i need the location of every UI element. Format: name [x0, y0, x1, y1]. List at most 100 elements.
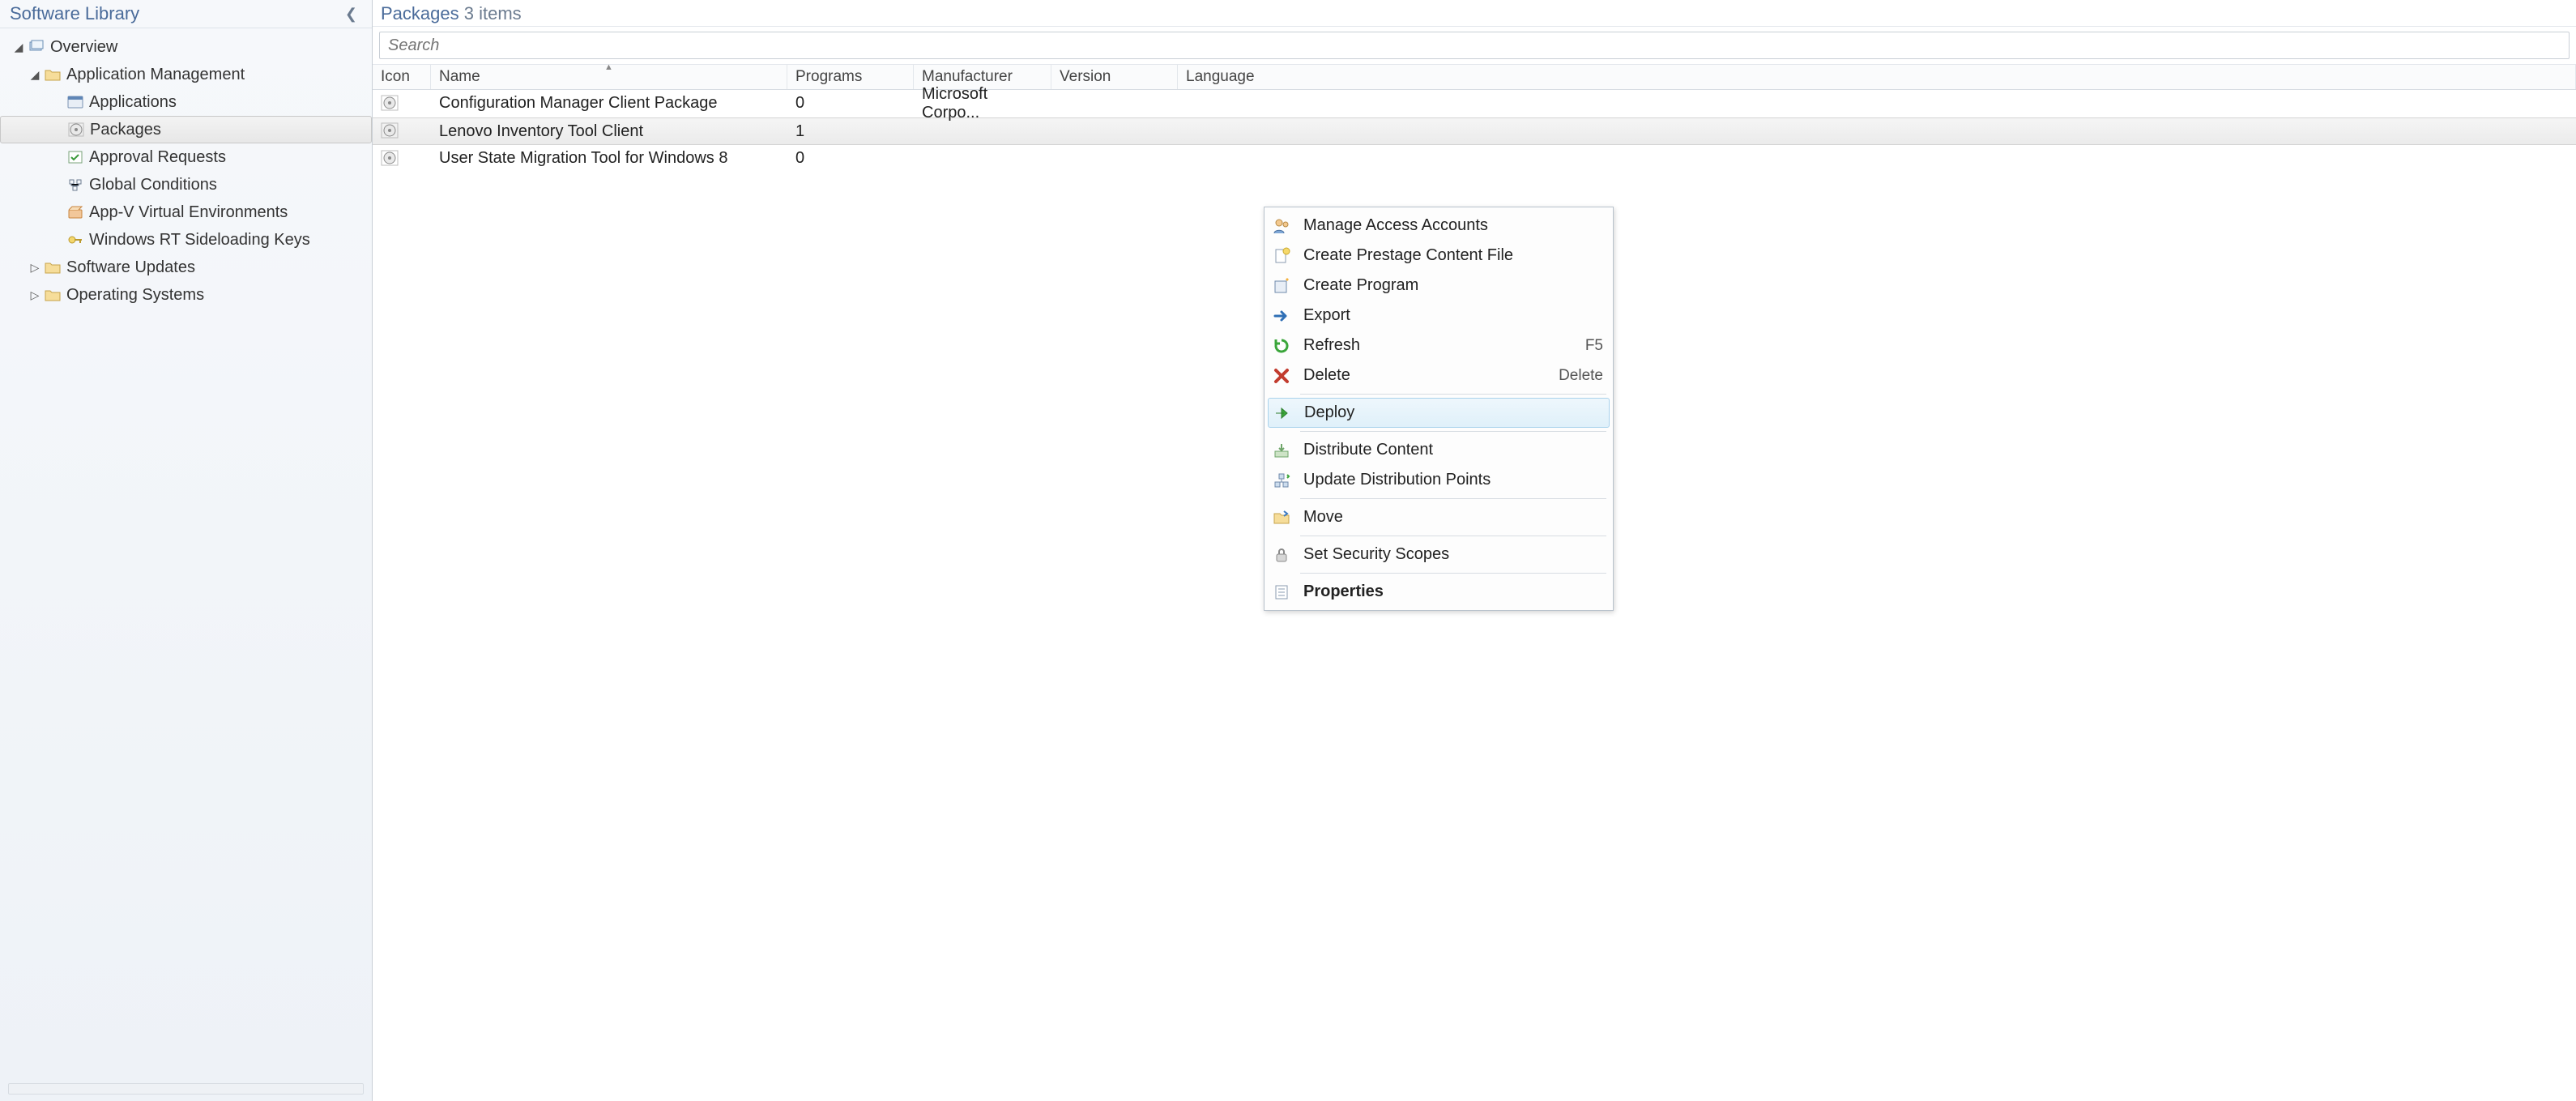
sidebar: Software Library ❮ ◢Overview◢Application… — [0, 0, 373, 1101]
column-header-programs[interactable]: Programs — [787, 65, 914, 89]
program-new-icon — [1271, 275, 1292, 297]
menu-item-set-security-scopes[interactable]: Set Security Scopes — [1268, 540, 1610, 570]
menu-separator — [1300, 573, 1606, 574]
conditions-icon — [66, 176, 84, 194]
package-icon — [373, 90, 431, 117]
cell-name: Configuration Manager Client Package — [431, 90, 787, 117]
package-icon — [67, 121, 85, 139]
tree-expand-icon[interactable]: ▷ — [28, 261, 42, 275]
menu-item-shortcut: Delete — [1550, 367, 1603, 385]
key-icon — [66, 231, 84, 249]
cell-version — [1051, 118, 1178, 144]
tree-item-windows-rt-sideloading-keys[interactable]: ·Windows RT Sideloading Keys — [0, 226, 372, 254]
cell-language — [1178, 118, 2576, 144]
tree-item-operating-systems[interactable]: ▷Operating Systems — [0, 281, 372, 309]
appv-icon — [66, 203, 84, 221]
tree-item-approval-requests[interactable]: ·Approval Requests — [0, 143, 372, 171]
tree-item-applications[interactable]: ·Applications — [0, 88, 372, 116]
heading-count: 3 items — [464, 3, 522, 23]
tree-item-label: Global Conditions — [89, 176, 217, 194]
menu-item-create-program[interactable]: Create Program — [1268, 271, 1610, 301]
cell-name: Lenovo Inventory Tool Client — [431, 118, 787, 144]
refresh-icon — [1271, 335, 1292, 356]
tree-item-packages[interactable]: ·Packages — [0, 116, 372, 143]
folder-icon — [44, 258, 62, 276]
cell-programs: 0 — [787, 90, 914, 117]
heading-title: Packages — [381, 3, 459, 23]
context-menu: Manage Access Accounts Create Prestage Co… — [1264, 207, 1614, 611]
package-row[interactable]: Configuration Manager Client Package0Mic… — [373, 90, 2576, 117]
tree-item-label: App-V Virtual Environments — [89, 203, 288, 222]
cell-programs: 0 — [787, 145, 914, 172]
packages-grid: Icon ▲ Name Programs Manufacturer Versio… — [373, 64, 2576, 1101]
menu-item-manage-access-accounts[interactable]: Manage Access Accounts — [1268, 211, 1610, 241]
menu-item-label: Refresh — [1303, 336, 1577, 355]
file-new-icon — [1271, 245, 1292, 267]
sidebar-header: Software Library ❮ — [0, 0, 372, 28]
folder-icon — [44, 286, 62, 304]
tree-item-label: Packages — [90, 121, 161, 139]
cell-manufacturer: Microsoft Corpo... — [914, 90, 1051, 117]
distribute-icon — [1271, 440, 1292, 461]
collapse-sidebar-icon[interactable]: ❮ — [340, 6, 362, 23]
tree-item-software-updates[interactable]: ▷ Software Updates — [0, 254, 372, 281]
cell-language — [1178, 90, 2576, 117]
tree-item-label: Approval Requests — [89, 148, 226, 167]
menu-item-shortcut: F5 — [1577, 337, 1603, 355]
grid-header: Icon ▲ Name Programs Manufacturer Versio… — [373, 64, 2576, 90]
menu-item-properties[interactable]: Properties — [1268, 577, 1610, 607]
folder-icon — [44, 66, 62, 83]
menu-item-delete[interactable]: DeleteDelete — [1268, 361, 1610, 390]
menu-item-deploy[interactable]: Deploy — [1268, 398, 1610, 428]
menu-item-label: Update Distribution Points — [1303, 471, 1603, 489]
sidebar-horizontal-scrollbar[interactable] — [8, 1083, 364, 1095]
lock-icon — [1271, 544, 1292, 565]
menu-item-label: Manage Access Accounts — [1303, 216, 1603, 235]
sidebar-title: Software Library — [10, 3, 139, 24]
package-icon — [373, 118, 431, 144]
tree-item-application-management[interactable]: ◢Application Management — [0, 61, 372, 88]
tree-collapse-icon[interactable]: ◢ — [11, 41, 26, 54]
package-row[interactable]: User State Migration Tool for Windows 80 — [373, 145, 2576, 173]
tree-collapse-icon[interactable]: ◢ — [28, 68, 42, 82]
column-header-icon[interactable]: Icon — [373, 65, 431, 89]
package-icon — [373, 145, 431, 172]
search-input[interactable] — [379, 32, 2570, 59]
menu-item-label: Move — [1303, 508, 1603, 527]
delete-icon — [1271, 365, 1292, 386]
column-header-version[interactable]: Version — [1051, 65, 1178, 89]
sort-ascending-icon: ▲ — [604, 64, 613, 72]
users-icon — [1271, 216, 1292, 237]
deploy-icon — [1272, 403, 1293, 424]
menu-item-update-distribution-points[interactable]: Update Distribution Points — [1268, 465, 1610, 495]
menu-item-label: Export — [1303, 306, 1603, 325]
menu-separator — [1300, 394, 1606, 395]
menu-item-refresh[interactable]: RefreshF5 — [1268, 331, 1610, 361]
cell-name: User State Migration Tool for Windows 8 — [431, 145, 787, 172]
tree-item-overview[interactable]: ◢Overview — [0, 33, 372, 61]
package-row[interactable]: Lenovo Inventory Tool Client1 — [373, 117, 2576, 145]
menu-item-export[interactable]: Export — [1268, 301, 1610, 331]
menu-item-label: Set Security Scopes — [1303, 545, 1603, 564]
tree-item-global-conditions[interactable]: ·Global Conditions — [0, 171, 372, 198]
menu-item-label: Properties — [1303, 583, 1603, 601]
cell-language — [1178, 145, 2576, 172]
menu-item-label: Create Program — [1303, 276, 1603, 295]
tree-item-app-v-virtual-environments[interactable]: ·App-V Virtual Environments — [0, 198, 372, 226]
cell-manufacturer — [914, 118, 1051, 144]
nav-tree: ◢Overview◢Application Management·Applica… — [0, 28, 372, 1080]
menu-item-move[interactable]: Move — [1268, 502, 1610, 532]
properties-icon — [1271, 582, 1292, 603]
tree-expand-icon[interactable]: ▷ — [28, 288, 42, 302]
column-header-language[interactable]: Language — [1178, 65, 2576, 89]
tree-item-label: Software Updates — [66, 258, 195, 277]
overview-icon — [28, 38, 45, 56]
menu-item-create-prestage-content-file[interactable]: Create Prestage Content File — [1268, 241, 1610, 271]
menu-item-distribute-content[interactable]: Distribute Content — [1268, 435, 1610, 465]
approval-icon — [66, 148, 84, 166]
tree-item-label: Windows RT Sideloading Keys — [89, 231, 310, 250]
app-icon — [66, 93, 84, 111]
cell-version — [1051, 90, 1178, 117]
content-heading: Packages 3 items — [373, 0, 2576, 27]
column-header-name[interactable]: ▲ Name — [431, 65, 787, 89]
